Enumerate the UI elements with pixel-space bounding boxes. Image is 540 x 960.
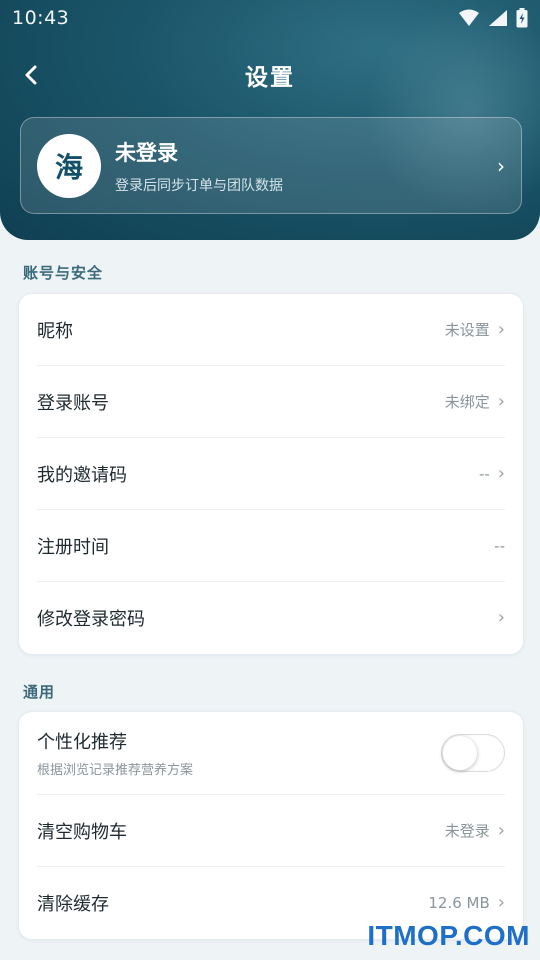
chevron-right-icon: › [497,390,505,412]
page-title: 设置 [245,65,295,91]
row-label: 注册时间 [37,536,109,558]
row-value: -- [494,536,505,555]
wifi-icon [459,9,479,26]
row-right: 12.6 MB › [428,892,505,913]
general-card: 个性化推荐 根据浏览记录推荐营养方案 清空购物车 未登录 › 清除缓存 12.6… [18,711,524,940]
status-time: 10:43 [12,7,70,29]
row-label: 登录账号 [37,392,109,414]
row-value: 未登录 [444,822,490,840]
row-right: -- [494,537,505,555]
avatar-char: 海 [54,150,83,184]
status-bar: 10:43 [0,0,540,36]
row-right: 未设置 › [445,319,505,340]
row-label: 清空购物车 [37,821,127,843]
row-login-account[interactable]: 登录账号 未绑定 › [37,366,505,438]
row-nickname[interactable]: 昵称 未设置 › [37,294,505,366]
row-right: -- › [478,462,505,484]
row-register-time: 注册时间 -- [37,510,505,582]
row-label: 修改登录密码 [37,609,145,630]
row-invite-code[interactable]: 我的邀请码 -- › [37,438,505,510]
account-card: 昵称 未设置 › 登录账号 未绑定 › 我的邀请码 -- › 注册时间 -- 修… [18,293,524,655]
back-button[interactable] [14,58,48,92]
toggle-knob [443,736,477,770]
profile-card[interactable]: 海 未登录 登录后同步订单与团队数据 › [20,117,522,214]
chevron-right-icon: › [497,153,505,178]
section-label-account: 账号与安全 [23,264,104,282]
profile-text: 未登录 登录后同步订单与团队数据 [115,137,497,195]
row-value: 未绑定 [444,393,490,411]
row-label: 我的邀请码 [37,464,127,486]
signal-icon [489,10,507,26]
personalized-text: 个性化推荐 根据浏览记录推荐营养方案 [37,728,193,778]
chevron-right-icon: › [497,819,505,841]
row-clear-cart[interactable]: 清空购物车 未登录 › [37,795,505,867]
watermark: ITMOP.COM [367,920,530,951]
row-label: 昵称 [37,320,73,342]
row-right: › [498,609,505,627]
profile-name: 未登录 [115,140,178,165]
nav-bar: 设置 [0,52,540,98]
row-right: 未绑定 › [445,391,505,412]
chevron-right-icon: › [497,607,505,628]
row-subtitle: 根据浏览记录推荐营养方案 [37,763,194,778]
chevron-right-icon: › [497,462,505,484]
row-right: 未登录 › [445,820,505,841]
row-value: 未设置 [444,321,490,339]
avatar: 海 [37,133,101,198]
chevron-right-icon: › [497,892,505,913]
section-label-general: 通用 [23,683,56,701]
row-value: 12.6 MB [428,894,490,912]
row-label: 清除缓存 [37,894,109,915]
row-label: 个性化推荐 [37,732,127,753]
row-value: -- [478,464,490,483]
personalized-toggle[interactable] [441,734,505,772]
battery-icon [516,8,528,28]
row-personalized: 个性化推荐 根据浏览记录推荐营养方案 [37,712,505,795]
back-chevron-icon [25,65,37,85]
chevron-right-icon: › [497,318,505,340]
profile-subtitle: 登录后同步订单与团队数据 [115,177,283,194]
row-change-password[interactable]: 修改登录密码 › [37,582,505,654]
status-icons [458,8,528,28]
